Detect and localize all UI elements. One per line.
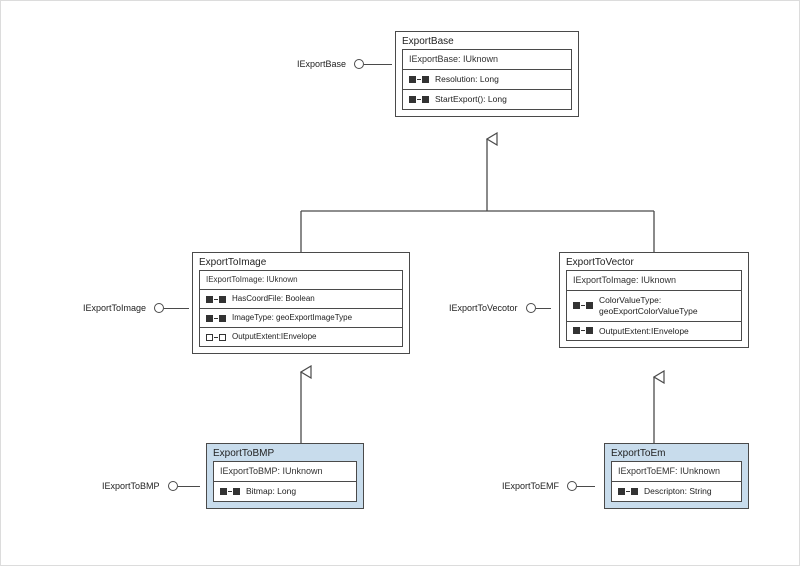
barbell-icon: [220, 488, 240, 495]
lollipop-line: [178, 486, 200, 487]
property-text: Resolution: Long: [435, 74, 499, 85]
class-compartments: IExportToImage: IUknown HasCoordFile: Bo…: [199, 270, 403, 347]
property-text: Descripton: String: [644, 486, 712, 497]
barbell-icon: [573, 327, 593, 334]
class-compartments: IExportToBMP: IUnknown Bitmap: Long: [213, 461, 357, 502]
lollipop-line: [577, 486, 595, 487]
class-export-base[interactable]: ExportBase IExportBase: IUknown Resoluti…: [395, 31, 579, 117]
class-title: ExportToEm: [605, 444, 748, 461]
class-export-to-image[interactable]: ExportToImage IExportToImage: IUknown Ha…: [192, 252, 410, 354]
lollipop-label: IExportToVecotor: [449, 303, 518, 313]
lollipop-circle-icon: [567, 481, 577, 491]
interface-head: IExportToBMP: IUnknown: [214, 462, 356, 482]
lollipop-line: [164, 308, 189, 309]
barbell-icon: [409, 96, 429, 103]
property-row: ColorValueType: geoExportColorValueType: [567, 291, 741, 321]
lollipop-line: [536, 308, 551, 309]
interface-lollipop-export-to-emf: IExportToEMF: [502, 481, 595, 491]
property-row: StartExport(): Long: [403, 90, 571, 109]
barbell-icon: [618, 488, 638, 495]
lollipop-label: IExportToImage: [83, 303, 146, 313]
lollipop-label: IExportBase: [297, 59, 346, 69]
lollipop-label: IExportToEMF: [502, 481, 559, 491]
lollipop-circle-icon: [154, 303, 164, 313]
class-title: ExportToBMP: [207, 444, 363, 461]
property-text: ImageType: geoExportImageType: [232, 313, 352, 323]
property-row: Descripton: String: [612, 482, 741, 501]
class-export-to-em[interactable]: ExportToEm IExportToEMF: IUnknown Descri…: [604, 443, 749, 509]
interface-head: IExportBase: IUknown: [403, 50, 571, 70]
class-title: ExportBase: [396, 32, 578, 49]
class-export-to-bmp[interactable]: ExportToBMP IExportToBMP: IUnknown Bitma…: [206, 443, 364, 509]
lollipop-circle-icon: [168, 481, 178, 491]
property-text: StartExport(): Long: [435, 94, 507, 105]
property-row: Bitmap: Long: [214, 482, 356, 501]
class-compartments: IExportBase: IUknown Resolution: Long St…: [402, 49, 572, 110]
property-row: Resolution: Long: [403, 70, 571, 90]
property-row: OutputExtent:IEnvelope: [200, 328, 402, 346]
barbell-icon: [409, 76, 429, 83]
property-row: OutputExtent:IEnvelope: [567, 322, 741, 341]
barbell-icon: [206, 315, 226, 322]
barbell-open-icon: [206, 334, 226, 341]
interface-lollipop-export-base: IExportBase: [297, 59, 392, 69]
interface-lollipop-export-to-bmp: IExportToBMP: [102, 481, 200, 491]
interface-head: IExportToEMF: IUnknown: [612, 462, 741, 482]
property-text: OutputExtent:IEnvelope: [599, 326, 689, 337]
class-compartments: IExportToImage: IUknown ColorValueType: …: [566, 270, 742, 341]
barbell-icon: [573, 302, 593, 309]
interface-lollipop-export-to-image: IExportToImage: [83, 303, 189, 313]
interface-head: IExportToImage: IUknown: [200, 271, 402, 290]
interface-lollipop-export-to-vector: IExportToVecotor: [449, 303, 551, 313]
barbell-icon: [206, 296, 226, 303]
property-row: ImageType: geoExportImageType: [200, 309, 402, 328]
class-title: ExportToVector: [560, 253, 748, 270]
property-text: ColorValueType: geoExportColorValueType: [599, 295, 735, 316]
class-title: ExportToImage: [193, 253, 409, 270]
interface-head: IExportToImage: IUknown: [567, 271, 741, 291]
lollipop-circle-icon: [526, 303, 536, 313]
property-text: HasCoordFile: Boolean: [232, 294, 315, 304]
diagram-canvas: ExportBase IExportBase: IUknown Resoluti…: [0, 0, 800, 566]
property-text: Bitmap: Long: [246, 486, 296, 497]
class-export-to-vector[interactable]: ExportToVector IExportToImage: IUknown C…: [559, 252, 749, 348]
property-text: OutputExtent:IEnvelope: [232, 332, 317, 342]
class-compartments: IExportToEMF: IUnknown Descripton: Strin…: [611, 461, 742, 502]
lollipop-label: IExportToBMP: [102, 481, 160, 491]
lollipop-circle-icon: [354, 59, 364, 69]
lollipop-line: [364, 64, 392, 65]
property-row: HasCoordFile: Boolean: [200, 290, 402, 309]
